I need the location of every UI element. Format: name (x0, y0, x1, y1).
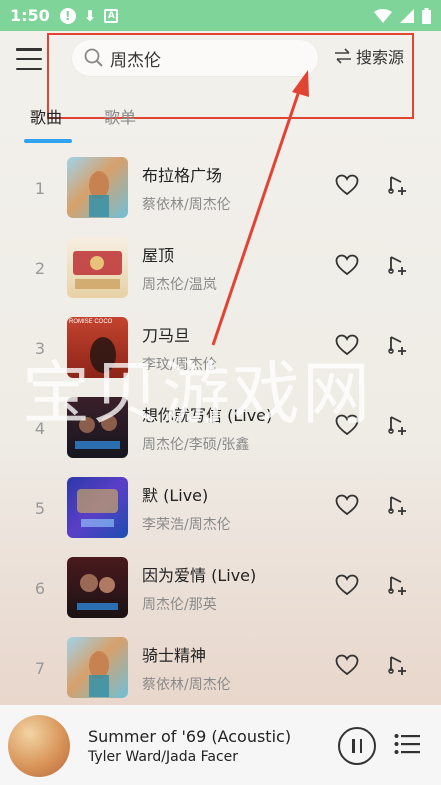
battery-icon (422, 7, 431, 24)
pause-icon (352, 739, 355, 753)
add-to-playlist-icon[interactable] (386, 414, 408, 436)
add-to-playlist-icon[interactable] (386, 574, 408, 596)
playlist-icon[interactable] (394, 733, 420, 755)
heart-icon[interactable] (335, 174, 359, 196)
cover-label: ROMISE COCO (69, 319, 113, 325)
song-index: 1 (34, 179, 46, 198)
song-artist: 蔡依林/周杰伦 (142, 197, 231, 213)
album-cover (67, 397, 128, 458)
now-playing-cover (8, 715, 70, 777)
song-artist: 李荣浩/周杰伦 (142, 517, 231, 533)
heart-icon[interactable] (335, 494, 359, 516)
pause-button[interactable] (338, 727, 376, 765)
app-notification-icon: A (104, 8, 119, 23)
song-index: 4 (34, 419, 46, 438)
menu-icon (16, 48, 42, 51)
song-row[interactable]: 3 ROMISE COCO 刀马旦 李玟/周杰伦 (0, 310, 441, 390)
add-to-playlist-icon[interactable] (386, 254, 408, 276)
tab-playlists[interactable]: 歌单 (104, 104, 136, 128)
download-icon: ⬇ (83, 6, 97, 25)
song-index: 5 (34, 499, 46, 518)
song-artist: 周杰伦/那英 (142, 597, 217, 613)
song-artist: 周杰伦/温岚 (142, 277, 217, 293)
song-row[interactable]: 7 骑士精神 蔡依林/周杰伦 (0, 630, 441, 710)
heart-icon[interactable] (335, 574, 359, 596)
annotation-highlight-box (47, 33, 414, 119)
wifi-icon (374, 8, 392, 23)
song-title: 屋顶 (142, 246, 175, 265)
song-index: 3 (34, 339, 46, 358)
song-title: 默 (Live) (142, 486, 209, 505)
album-cover: ROMISE COCO (67, 317, 128, 378)
song-title: 骑士精神 (142, 646, 207, 665)
song-title: 布拉格广场 (142, 166, 223, 185)
song-title: 因为爱情 (Live) (142, 566, 257, 585)
song-row[interactable]: 5 默 (Live) 李荣浩/周杰伦 (0, 470, 441, 550)
song-row[interactable]: 1 布拉格广场 蔡依林/周杰伦 (0, 150, 441, 230)
heart-icon[interactable] (335, 254, 359, 276)
song-index: 2 (34, 259, 46, 278)
status-bar: 1:50 ! ⬇ A (0, 0, 441, 31)
tab-indicator (24, 139, 72, 143)
add-to-playlist-icon[interactable] (386, 654, 408, 676)
add-to-playlist-icon[interactable] (386, 494, 408, 516)
album-cover (67, 157, 128, 218)
menu-button[interactable] (16, 48, 42, 70)
add-to-playlist-icon[interactable] (386, 334, 408, 356)
heart-icon[interactable] (335, 654, 359, 676)
song-title: 刀马旦 (142, 326, 191, 345)
now-playing-bar[interactable]: Summer of '69 (Acoustic) Tyler Ward/Jada… (0, 705, 441, 785)
song-artist: 李玟/周杰伦 (142, 357, 217, 373)
album-cover (67, 477, 128, 538)
status-time: 1:50 (10, 6, 50, 25)
album-cover (67, 637, 128, 698)
now-playing-artist: Tyler Ward/Jada Facer (88, 749, 239, 765)
now-playing-title: Summer of '69 (Acoustic) (88, 727, 292, 746)
heart-icon[interactable] (335, 414, 359, 436)
album-cover (67, 237, 128, 298)
song-row[interactable]: 2 屋顶 周杰伦/温岚 (0, 230, 441, 310)
album-cover (67, 557, 128, 618)
add-to-playlist-icon[interactable] (386, 174, 408, 196)
signal-icon (400, 8, 414, 23)
song-artist: 蔡依林/周杰伦 (142, 677, 231, 693)
heart-icon[interactable] (335, 334, 359, 356)
song-artist: 周杰伦/李硕/张鑫 (142, 437, 250, 453)
song-row[interactable]: 4 想你就写信 (Live) 周杰伦/李硕/张鑫 (0, 390, 441, 470)
tab-songs[interactable]: 歌曲 (30, 104, 62, 128)
alert-icon: ! (59, 7, 76, 24)
song-index: 6 (34, 579, 46, 598)
song-index: 7 (34, 659, 46, 678)
song-title: 想你就写信 (Live) (142, 406, 273, 425)
song-row[interactable]: 6 因为爱情 (Live) 周杰伦/那英 (0, 550, 441, 630)
